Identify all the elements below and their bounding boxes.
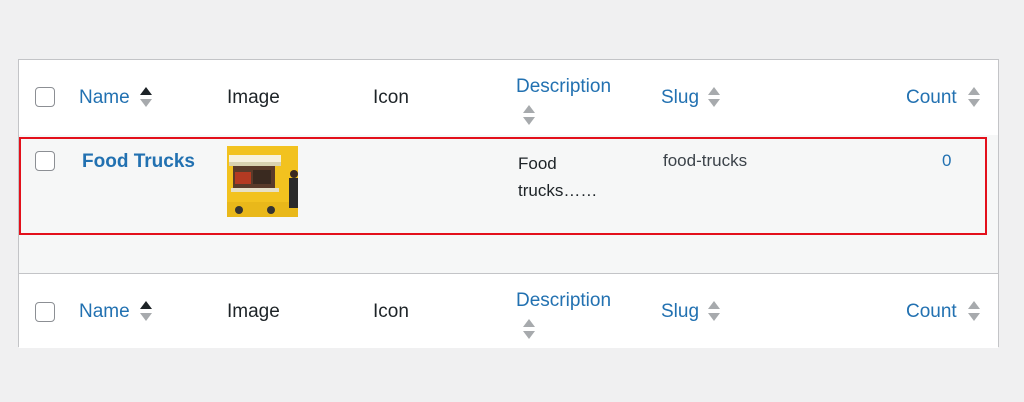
table-header: Name Image Icon Description Slug Count	[19, 60, 998, 136]
column-count-footer[interactable]: Count	[906, 301, 957, 323]
column-icon-footer: Icon	[373, 301, 409, 322]
column-name-header[interactable]: Name	[79, 87, 130, 109]
column-slug-header[interactable]: Slug	[661, 87, 699, 109]
sort-count-footer-icon[interactable]	[968, 301, 980, 323]
column-icon-header: Icon	[373, 87, 409, 108]
column-image-footer: Image	[227, 301, 280, 322]
sort-description-footer-icon[interactable]	[523, 319, 535, 341]
column-slug-footer[interactable]: Slug	[661, 301, 699, 323]
column-count-header[interactable]: Count	[906, 87, 957, 109]
row-highlight-box	[19, 137, 987, 235]
sort-slug-icon[interactable]	[708, 87, 720, 109]
column-image-header: Image	[227, 87, 280, 108]
sort-slug-footer-icon[interactable]	[708, 301, 720, 323]
select-all-checkbox[interactable]	[35, 87, 55, 107]
column-description-footer[interactable]: Description	[516, 290, 611, 312]
table-footer: Name Image Icon Description Slug Count	[19, 273, 998, 348]
select-all-checkbox-footer[interactable]	[35, 302, 55, 322]
sort-name-footer-icon[interactable]	[140, 301, 152, 323]
sort-count-icon[interactable]	[968, 87, 980, 109]
column-description-header[interactable]: Description	[516, 76, 611, 98]
sort-name-icon[interactable]	[140, 87, 152, 109]
sort-description-icon[interactable]	[523, 105, 535, 127]
column-name-footer[interactable]: Name	[79, 301, 130, 323]
